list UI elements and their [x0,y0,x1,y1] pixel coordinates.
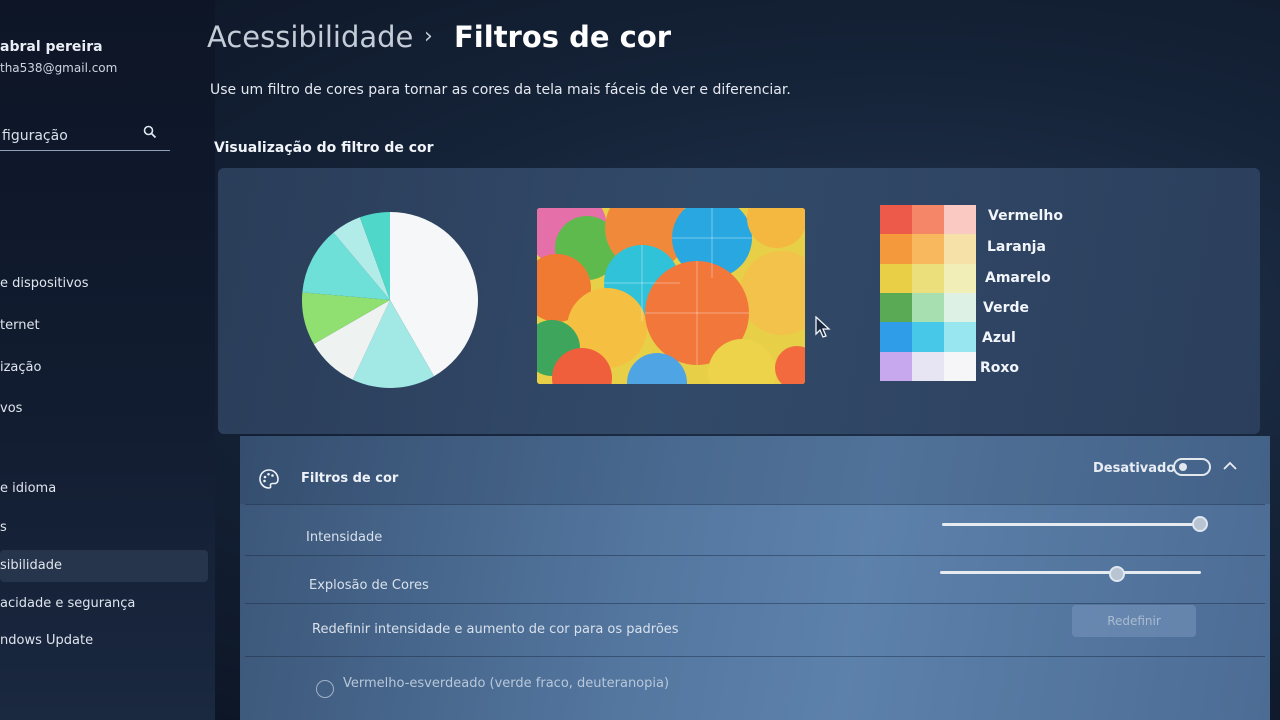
page-description: Use um filtro de cores para tornar as co… [210,82,791,98]
reset-button[interactable]: Redefinir [1072,605,1196,637]
page-title: Filtros de cor [454,20,672,54]
swatch-label-amarelo: Amarelo [985,270,1051,286]
color-swatch [912,263,944,293]
preview-section-title: Visualização do filtro de cor [214,140,434,156]
color-boost-slider-track[interactable] [940,571,1201,574]
deuteranopia-radio-label[interactable]: Vermelho-esverdeado (verde fraco, deuter… [343,676,669,691]
intensity-slider-track[interactable] [942,523,1200,526]
intensity-slider-thumb[interactable] [1192,516,1208,532]
swatch-label-roxo: Roxo [980,360,1020,376]
palette-icon [259,469,279,489]
swatch-label-laranja: Laranja [987,239,1046,255]
sidebar-item-privacidade[interactable]: acidade e segurança [0,588,208,620]
search-input[interactable] [0,124,134,148]
settings-window: abral pereira tha538@gmail.com e disposi… [0,0,1280,720]
swatch-label-vermelho: Vermelho [988,208,1063,224]
user-name: abral pereira [0,39,103,55]
sidebar-item-windows-update[interactable]: ndows Update [0,625,208,657]
color-swatch [880,263,912,293]
row-divider [245,656,1265,657]
sidebar: abral pereira tha538@gmail.com e disposi… [0,0,215,720]
color-swatch [880,205,912,235]
breadcrumb-parent[interactable]: Acessibilidade [207,20,413,54]
color-swatch [880,293,912,323]
sidebar-item-jogos[interactable]: s [0,512,208,544]
color-swatch [912,351,944,381]
preview-photo [537,208,805,384]
sidebar-item-personalizacao[interactable]: ização [0,352,208,384]
reset-description: Redefinir intensidade e aumento de cor p… [312,622,679,637]
color-swatch [880,234,912,264]
row-divider [245,603,1265,604]
sidebar-item-aplicativos[interactable]: vos [0,393,208,425]
color-swatch [912,234,944,264]
row-divider [245,555,1265,556]
color-swatch [944,205,976,235]
color-filters-label: Filtros de cor [301,471,399,486]
color-swatch [912,205,944,235]
sidebar-item-idioma[interactable]: e idioma [0,473,208,505]
toggle-status-text: Desativado [1093,461,1176,476]
breadcrumb-separator: › [424,24,433,49]
color-boost-label: Explosão de Cores [309,578,429,593]
toggle-knob [1179,463,1187,471]
sidebar-item-dispositivos[interactable]: e dispositivos [0,268,208,300]
search-box[interactable] [0,120,170,151]
color-swatch [880,351,912,381]
row-divider [245,504,1265,505]
user-email: tha538@gmail.com [0,61,118,75]
sidebar-item-internet[interactable]: ternet [0,310,208,342]
intensity-label: Intensidade [306,530,383,545]
deuteranopia-radio[interactable] [316,680,334,698]
preview-pie-chart [302,212,478,388]
color-swatch [944,322,976,352]
chevron-up-icon[interactable] [1222,460,1238,472]
color-swatch [944,351,976,381]
swatch-label-verde: Verde [983,300,1029,316]
swatch-label-azul: Azul [982,330,1016,346]
sidebar-item-acessibilidade[interactable]: sibilidade [0,550,208,582]
color-swatch [912,322,944,352]
color-swatch [944,263,976,293]
color-swatch-grid [880,205,976,381]
color-swatch [880,322,912,352]
search-icon[interactable] [143,125,157,139]
color-swatch [912,293,944,323]
color-swatch [944,234,976,264]
mouse-pointer-icon [815,316,831,338]
color-swatch [944,293,976,323]
color-filters-toggle[interactable] [1173,458,1211,476]
